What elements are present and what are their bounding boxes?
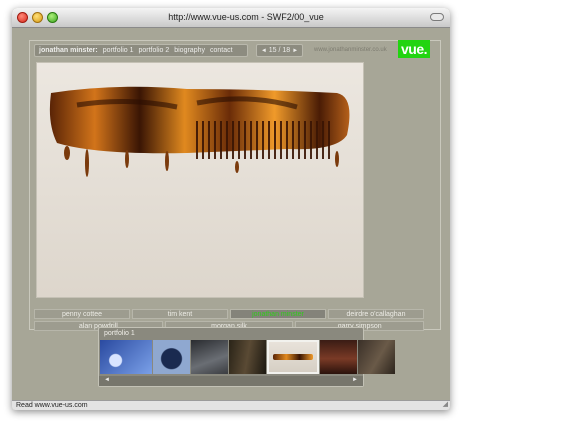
image-counter: ◄ 15 / 18 ► <box>256 44 303 57</box>
window-title: http://www.vue-us.com - SWF2/00_vue <box>168 12 324 22</box>
minimize-button[interactable] <box>32 12 43 23</box>
thumbnail-list <box>100 340 396 374</box>
thumbnail-strip: portfolio 1 ◄ ► <box>98 327 395 387</box>
photographer-link[interactable]: penny cottee <box>34 309 130 319</box>
strip-scrollbar[interactable]: ◄ ► <box>99 376 363 386</box>
strip-label: portfolio 1 <box>104 330 135 337</box>
thumbnail[interactable] <box>320 340 357 374</box>
close-button[interactable] <box>17 12 28 23</box>
thumbnail-selected[interactable] <box>267 340 319 374</box>
resize-grip-icon[interactable]: ◢ <box>443 400 448 409</box>
title-bar: http://www.vue-us.com - SWF2/00_vue <box>12 8 450 28</box>
vue-logo[interactable]: vue. <box>398 40 430 58</box>
thumbnail[interactable] <box>358 340 395 374</box>
nav-link-portfolio-1[interactable]: portfolio 1 <box>103 47 134 54</box>
photographer-link-active[interactable]: jonathan minster <box>230 309 326 319</box>
image-count-text: 15 / 18 <box>268 47 291 54</box>
photographer-name: jonathan minster: <box>39 47 98 54</box>
next-image-icon[interactable]: ► <box>292 48 298 54</box>
nav-link-biography[interactable]: biography <box>174 47 205 54</box>
toolbar-toggle-button[interactable] <box>430 13 444 21</box>
flash-content: jonathan minster: portfolio 1 portfolio … <box>12 28 450 400</box>
photographer-link[interactable]: deirdre o'callaghan <box>328 309 424 319</box>
photographer-row: penny cottee tim kent jonathan minster d… <box>34 309 426 319</box>
photographer-site-link[interactable]: www.jonathanminster.co.uk <box>314 47 387 53</box>
prev-image-icon[interactable]: ◄ <box>261 48 267 54</box>
thumbnail[interactable] <box>229 340 266 374</box>
browser-window: http://www.vue-us.com - SWF2/00_vue jona… <box>12 8 450 410</box>
strip-prev-icon[interactable]: ◄ <box>104 377 110 383</box>
status-text: Read www.vue-us.com <box>16 402 88 409</box>
photographer-link[interactable]: tim kent <box>132 309 228 319</box>
top-nav: jonathan minster: portfolio 1 portfolio … <box>34 44 248 57</box>
strip-next-icon[interactable]: ► <box>352 377 358 383</box>
comb-image <box>49 86 350 177</box>
nav-link-contact[interactable]: contact <box>210 47 233 54</box>
thumbnail[interactable] <box>191 340 228 374</box>
thumbnail[interactable] <box>100 340 152 374</box>
nav-link-portfolio-2[interactable]: portfolio 2 <box>138 47 169 54</box>
zoom-button[interactable] <box>47 12 58 23</box>
thumbnail[interactable] <box>153 340 190 374</box>
main-photo <box>36 62 364 298</box>
status-bar: Read www.vue-us.com ◢ <box>12 400 450 410</box>
